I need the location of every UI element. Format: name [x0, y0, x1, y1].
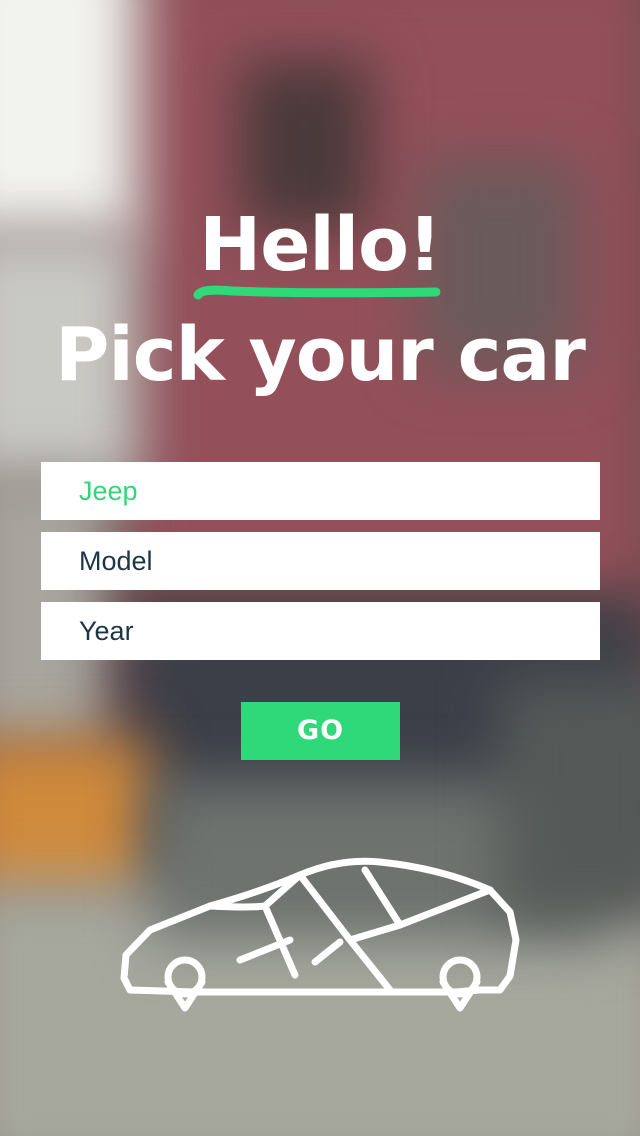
make-input[interactable]: Jeep — [41, 462, 600, 520]
pick-your-car-heading: Pick your car — [55, 312, 586, 398]
year-input[interactable]: Year — [41, 602, 600, 660]
go-button[interactable]: GO — [241, 702, 400, 760]
hello-underline — [193, 285, 441, 300]
car-outline-icon — [120, 857, 520, 1012]
model-input[interactable]: Model — [41, 532, 600, 590]
